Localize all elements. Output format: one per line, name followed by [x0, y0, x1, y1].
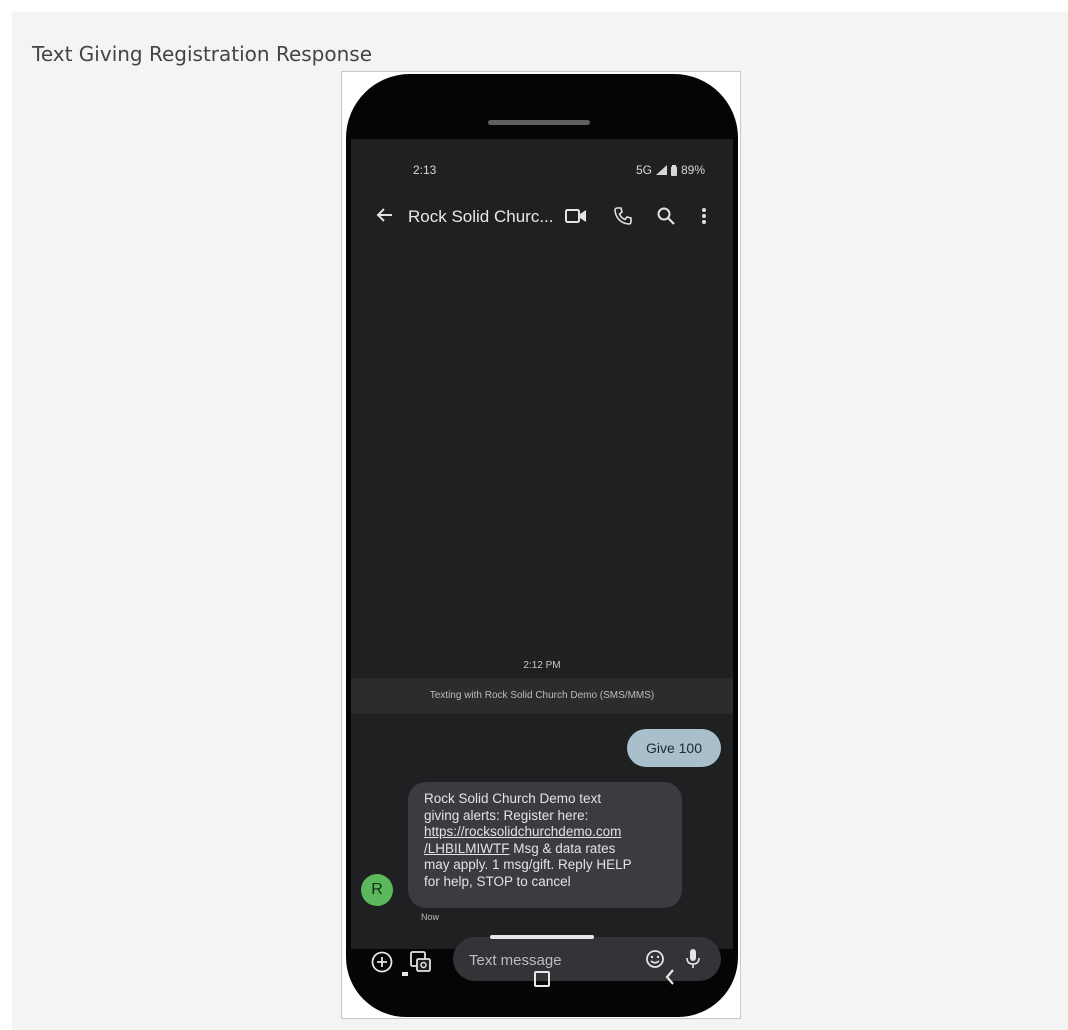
phone-screen: 2:13 5G 89% Rock Solid Churc... 2:12 PM … [351, 139, 733, 981]
network-label: 5G [635, 163, 652, 177]
phone-icon[interactable] [613, 206, 633, 226]
message-line: Msg & data rates [513, 840, 616, 856]
avatar[interactable]: R [361, 874, 393, 906]
conversation-banner: Texting with Rock Solid Church Demo (SMS… [351, 678, 733, 714]
recents-button[interactable] [402, 972, 408, 976]
status-indicators: 5G 89% [636, 163, 705, 177]
home-button[interactable] [534, 971, 550, 987]
battery-level: 89% [680, 163, 705, 177]
nav-back-icon[interactable] [664, 968, 676, 986]
figure-caption: Text Giving Registration Response [32, 42, 372, 66]
conversation-title: Rock Solid Churc... [408, 207, 554, 226]
message-line: for help, STOP to cancel [424, 873, 571, 889]
system-navigation-bar [346, 949, 738, 1017]
battery-icon [670, 164, 677, 176]
signal-icon [655, 165, 667, 175]
received-time: Now [421, 912, 440, 922]
message-line: Rock Solid Church Demo text [424, 791, 602, 806]
sent-message-bubble[interactable]: Give 100 [627, 729, 721, 767]
more-vert-icon[interactable] [701, 206, 707, 226]
status-time: 2:13 [413, 163, 437, 177]
message-timestamp: 2:12 PM [523, 660, 561, 671]
message-line: giving alerts: Register here: [424, 807, 589, 823]
status-bar: 2:13 5G 89% [351, 161, 733, 181]
video-call-icon[interactable] [565, 208, 587, 224]
message-line: may apply. 1 msg/gift. Reply HELP [424, 857, 632, 872]
conversation-app-bar: Rock Solid Churc... [351, 201, 733, 235]
back-arrow-icon[interactable] [375, 205, 395, 225]
gesture-bar[interactable] [490, 935, 594, 939]
received-message-bubble[interactable]: Rock Solid Church Demo text giving alert… [408, 782, 682, 908]
phone-speaker [488, 120, 590, 125]
search-icon[interactable] [656, 206, 676, 226]
phone-device: 2:13 5G 89% Rock Solid Churc... 2:12 PM … [346, 74, 738, 1017]
registration-link[interactable]: https://rocksolidchurchdemo.com [424, 824, 672, 841]
registration-link-path[interactable]: /LHBILMIWTF [424, 841, 510, 856]
